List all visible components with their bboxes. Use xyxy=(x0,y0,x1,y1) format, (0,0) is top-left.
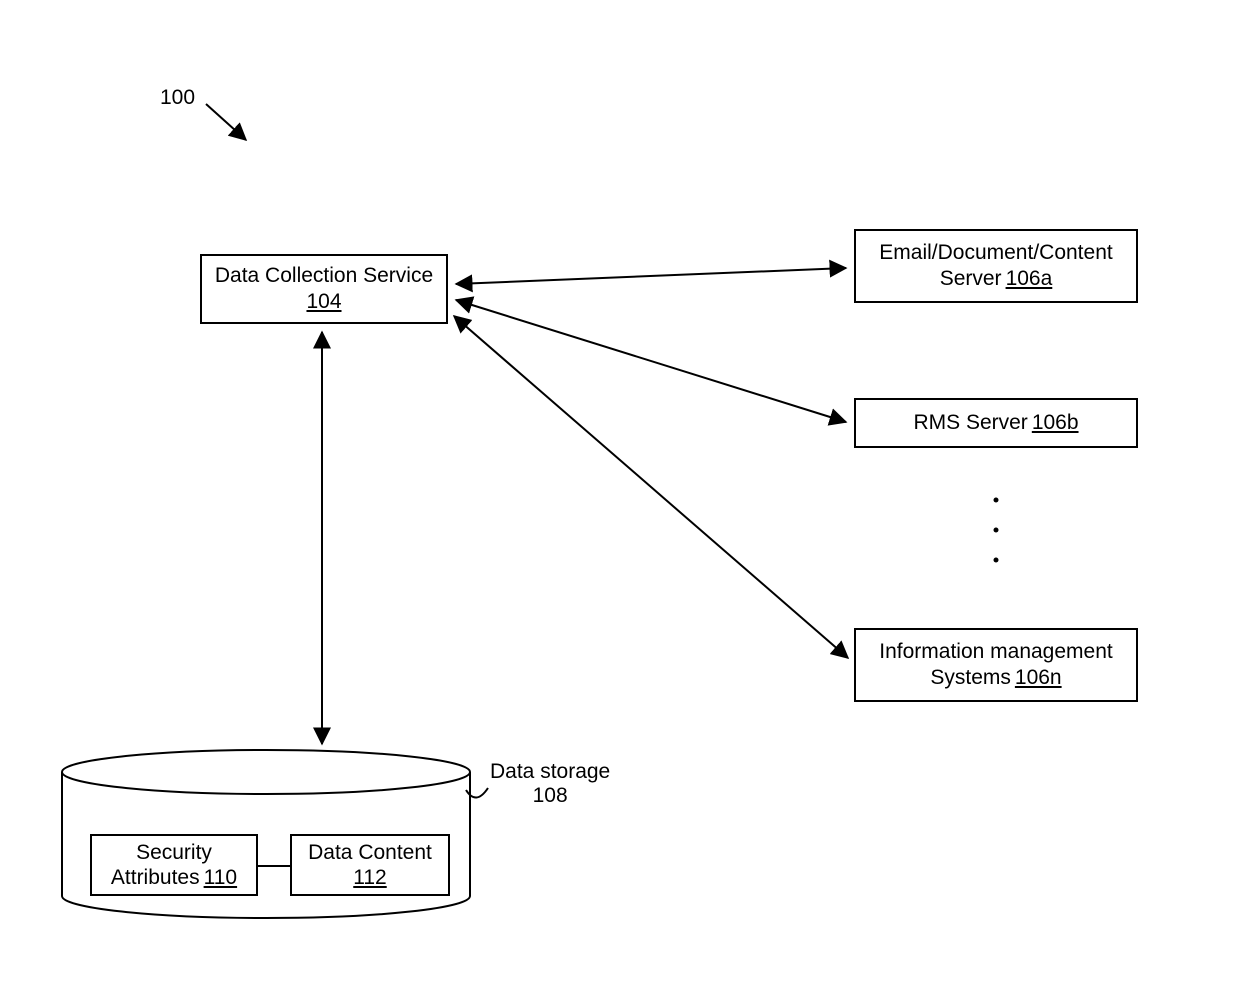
figure-reference-label: 100 xyxy=(160,86,195,110)
ellipsis-dot xyxy=(994,558,999,563)
figure-ref-arrow xyxy=(206,104,246,140)
dcs-to-rms-arrow xyxy=(456,300,846,422)
ellipsis-dot xyxy=(994,528,999,533)
data-content-box: Data Content 112 xyxy=(290,834,450,896)
data-content-line1: Data Content xyxy=(308,840,432,865)
data-storage-cylinder: Security Attributes110 Data Content 112 xyxy=(60,748,472,920)
security-attributes-line2: Attributes110 xyxy=(111,865,237,890)
data-content-ref: 112 xyxy=(353,865,386,890)
email-server-box: Email/Document/Content Server106a xyxy=(854,229,1138,303)
figure-reference: 100 xyxy=(160,86,195,109)
info-mgmt-line1: Information management xyxy=(879,639,1112,665)
dcs-to-email-arrow xyxy=(456,268,846,284)
data-storage-label: Data storage xyxy=(490,760,610,784)
data-collection-service-box: Data Collection Service 104 xyxy=(200,254,448,324)
rms-server-line: RMS Server106b xyxy=(913,410,1078,436)
info-mgmt-box: Information management Systems106n xyxy=(854,628,1138,702)
diagram-canvas: 100 Data Collection Service 104 Email/Do… xyxy=(0,0,1240,989)
data-storage-ref: 108 xyxy=(490,784,610,808)
rms-server-box: RMS Server106b xyxy=(854,398,1138,448)
info-mgmt-line2: Systems106n xyxy=(930,665,1061,691)
data-collection-service-ref: 104 xyxy=(306,289,341,315)
security-attributes-line1: Security xyxy=(136,840,212,865)
security-attributes-box: Security Attributes110 xyxy=(90,834,258,896)
data-collection-service-title: Data Collection Service xyxy=(215,263,433,289)
email-server-line2: Server106a xyxy=(940,266,1053,292)
dcs-to-infomgmt-arrow xyxy=(454,316,848,658)
data-storage-label-group: Data storage 108 xyxy=(490,760,610,808)
ellipsis-dot xyxy=(994,498,999,503)
email-server-line1: Email/Document/Content xyxy=(879,240,1112,266)
